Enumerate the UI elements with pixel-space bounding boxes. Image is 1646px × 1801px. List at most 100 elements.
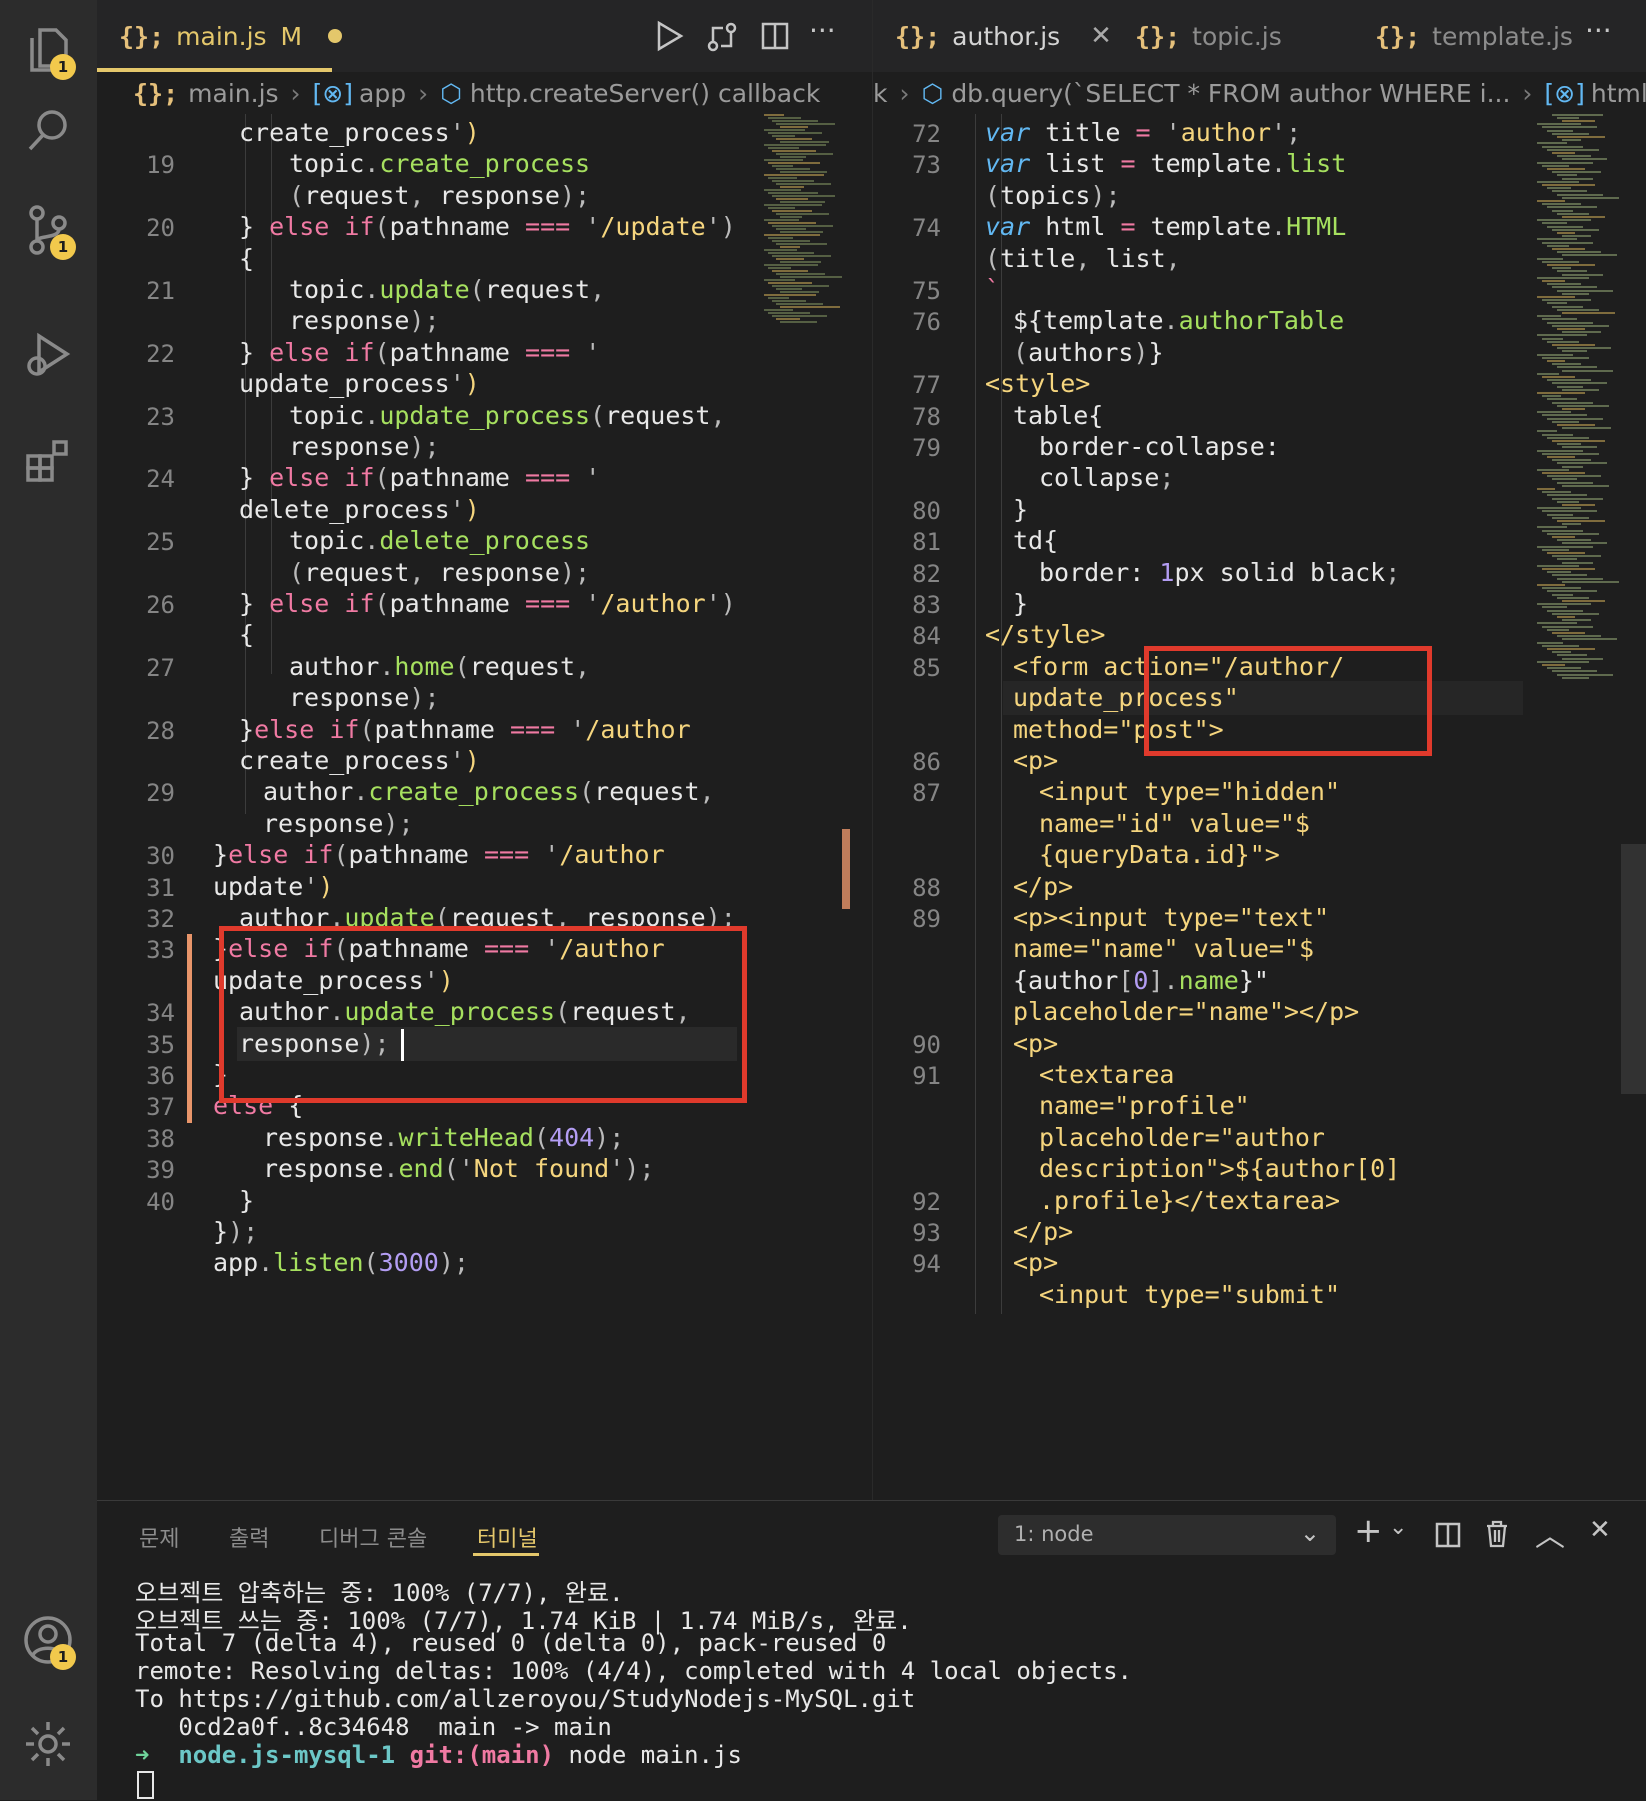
minimap-line [1552, 114, 1603, 116]
code-line: </p> [1013, 1217, 1074, 1246]
run-debug-icon[interactable] [18, 325, 78, 385]
minimap-line [1547, 475, 1601, 478]
breadcrumb-prefix[interactable]: k [873, 79, 887, 108]
code-editor-left[interactable]: 19 20 21 22 23 24 25 26 27 28 29 30 31 32 33 34 35 36 37 38… [97, 114, 872, 1500]
minimap-line [1557, 289, 1613, 292]
minimap-line [1537, 603, 1591, 606]
minimap-line [1557, 404, 1609, 407]
scrollbar-thumb[interactable] [1621, 844, 1646, 1094]
minimap-line [1562, 312, 1615, 314]
line-number: 40 [146, 1187, 175, 1216]
tab-template-js[interactable]: {}; template.js [1375, 0, 1573, 72]
explorer-icon[interactable]: 1 [18, 20, 78, 80]
minimap-line [1537, 180, 1579, 183]
split-terminal-icon[interactable] [1434, 1521, 1462, 1549]
chevron-right-icon: › [290, 78, 301, 108]
minimap-line [776, 228, 806, 230]
minimap-line [1552, 228, 1599, 231]
tab-output[interactable]: 출력 [229, 1521, 269, 1553]
split-editor-icon[interactable] [759, 20, 791, 52]
code-line: response); [289, 432, 440, 461]
minimap-line [1537, 488, 1555, 490]
minimap-line [1537, 276, 1589, 279]
minimap-line [1562, 676, 1589, 679]
tab-label: author.js [952, 21, 1061, 51]
minimap-line [1557, 577, 1603, 580]
minimap-line [1557, 654, 1587, 657]
minimap-line [1542, 510, 1597, 513]
trash-icon[interactable] [1483, 1519, 1511, 1549]
minimap-line [1547, 302, 1567, 305]
breadcrumb-symbol-callback[interactable]: http.createServer() callback [470, 79, 820, 108]
minimap-right[interactable] [1533, 114, 1623, 704]
scrollbar-marker[interactable] [842, 829, 850, 909]
minimap-line [1557, 155, 1591, 158]
compare-changes-icon[interactable] [705, 20, 739, 54]
account-badge: 1 [50, 1644, 76, 1670]
breadcrumb-symbol-app[interactable]: app [359, 79, 406, 108]
minimap-line [780, 201, 825, 203]
minimap-line [768, 267, 791, 269]
code-line: } [1013, 494, 1029, 524]
tab-problems[interactable]: 문제 [139, 1521, 179, 1553]
line-number: 91 [912, 1062, 941, 1090]
minimap-line [768, 177, 797, 179]
close-panel-icon[interactable]: ✕ [1589, 1515, 1611, 1545]
minimap-line [768, 297, 789, 299]
code-editor-right[interactable]: 72 73 74 75 76 77 78 79 80 81 82 83 84 85 86 87 88 89 90 91… [873, 114, 1646, 1500]
more-actions-icon[interactable]: ··· [1585, 14, 1612, 47]
code-line: ${template.authorTable [1013, 306, 1345, 336]
minimap-line [1562, 600, 1605, 602]
terminal-select[interactable]: 1: node ⌄ [998, 1515, 1336, 1555]
minimap-line [1542, 433, 1573, 436]
minimap-line [1542, 587, 1581, 590]
unsaved-dot-icon[interactable] [328, 29, 343, 43]
js-file-icon: {}; [133, 78, 179, 108]
tab-topic-js[interactable]: {}; topic.js [1135, 0, 1282, 72]
minimap-line [1537, 296, 1575, 298]
line-number: 32 [146, 905, 175, 933]
code-line: { [239, 620, 255, 650]
breadcrumb-symbol-query[interactable]: db.query(`SELECT * FROM author WHERE i..… [951, 79, 1510, 108]
minimap-line [1562, 120, 1595, 122]
prompt-git: git:(main) [409, 1741, 555, 1769]
minimap-line [1537, 660, 1589, 663]
search-icon[interactable] [18, 100, 78, 160]
minimap-line [1557, 481, 1593, 484]
breadcrumb-symbol-html[interactable]: html [1591, 79, 1646, 108]
line-number: 88 [912, 873, 941, 902]
minimap-line [1552, 248, 1585, 250]
close-tab-icon[interactable]: ✕ [1090, 21, 1112, 51]
minimap-line [780, 246, 800, 248]
minimap-line [780, 141, 829, 143]
minimap-left[interactable] [760, 114, 844, 354]
line-number: 72 [912, 120, 941, 148]
source-control-icon[interactable]: 1 [18, 200, 78, 260]
tab-terminal[interactable]: 터미널 [477, 1521, 538, 1553]
line-number: 79 [912, 434, 941, 462]
tab-main-js[interactable]: {}; main.js M [119, 0, 343, 72]
tab-author-js[interactable]: {}; author.js ✕ [895, 0, 1112, 72]
maximize-panel-icon[interactable]: ︿ [1535, 1511, 1565, 1555]
minimap-line [1552, 209, 1573, 212]
tab-label: template.js [1432, 21, 1573, 51]
minimap-line [1557, 673, 1613, 676]
minimap-line [764, 189, 801, 191]
code-line: }else if(pathname === '/author [239, 714, 691, 744]
extensions-icon[interactable] [18, 430, 78, 490]
new-terminal-icon[interactable]: + [1354, 1511, 1383, 1551]
settings-gear-icon[interactable] [18, 1714, 78, 1774]
account-icon[interactable]: 1 [18, 1610, 78, 1670]
code-line: table{ [1013, 400, 1104, 430]
run-file-icon[interactable] [653, 20, 685, 52]
chevron-down-icon[interactable]: ⌄ [1389, 1515, 1407, 1540]
breadcrumb-file[interactable]: main.js [188, 79, 278, 108]
line-number: 80 [912, 496, 941, 525]
tab-debug-console[interactable]: 디버그 콘솔 [319, 1521, 427, 1553]
minimap-line [1562, 388, 1599, 391]
js-file-icon: {}; [1375, 21, 1421, 51]
code-line: placeholder="author [1039, 1122, 1325, 1152]
more-actions-icon[interactable]: ··· [809, 14, 836, 47]
minimap-line [1552, 478, 1577, 481]
minimap-line [1552, 401, 1593, 404]
